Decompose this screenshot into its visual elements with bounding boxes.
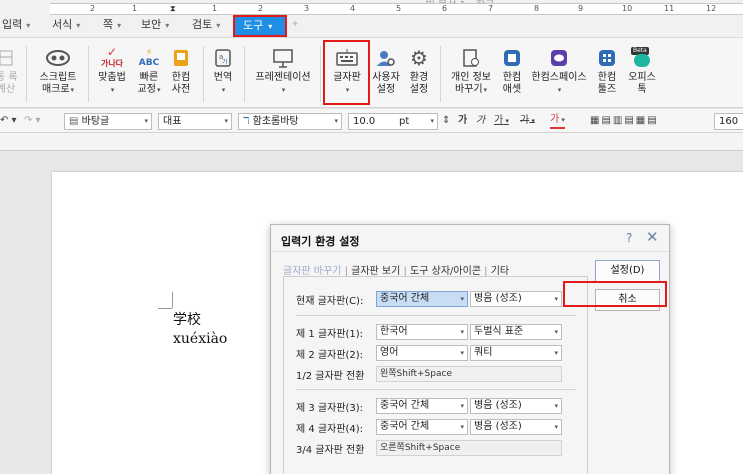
layout1-type-combo[interactable]: 두벌식 표준 ▾ bbox=[470, 324, 562, 340]
menu-item-tools[interactable]: 도구 ▾ bbox=[233, 15, 287, 37]
ribbon: 통 록 계산 스크립트 매크로▾ ✓ 가나다 맞춤법 ▾ ⚡ ABC 빠른 교정▾ … bbox=[0, 38, 743, 108]
hancom-asset-button[interactable]: 한컴 애셋 bbox=[497, 44, 527, 96]
size-spinner[interactable]: ⇕ bbox=[442, 113, 450, 129]
align-buttons[interactable]: ▦▤▥▤▦▤ bbox=[590, 113, 659, 129]
font-color-button[interactable]: 가 ▾ bbox=[550, 113, 565, 129]
input-settings-dialog: 입력기 환경 설정 ? ✕ 글자판 바꾸기 | 글자판 보기 | 도구 상자/아… bbox=[270, 224, 670, 474]
layout2-label: 제 2 글자판(2): bbox=[296, 350, 364, 361]
ribbon-partial-button[interactable]: 통 록 계산 bbox=[0, 44, 18, 96]
current-layout-label: 현재 글자판(C): bbox=[296, 296, 364, 307]
strike-button[interactable]: 가 ▾ bbox=[520, 113, 535, 129]
menu-bar: 입력 ▾ 서식 ▾ 쪽 ▾ 보안 ▾ 검토 ▾ bbox=[0, 14, 743, 38]
pin-icon[interactable]: ✦ bbox=[291, 19, 303, 31]
layout2-type-combo[interactable]: 쿼티 ▾ bbox=[470, 345, 562, 361]
tools-icon bbox=[592, 44, 622, 72]
document-lock-icon bbox=[446, 44, 496, 72]
personal-info-button[interactable]: 개인 정보 바꾸기▾ bbox=[446, 44, 496, 96]
gear-icon: ⚙ bbox=[410, 46, 428, 70]
layout4-label: 제 4 글자판(4): bbox=[296, 424, 364, 435]
dialog-title: 입력기 환경 설정 bbox=[281, 235, 360, 248]
menu-item-page[interactable]: 쪽 ▾ bbox=[103, 18, 121, 33]
layout3-type-combo[interactable]: 병음 (성조) ▾ bbox=[470, 398, 562, 414]
indent-marker[interactable]: ⧗ bbox=[170, 4, 176, 14]
switch12-hotkey-field[interactable]: 왼쪽Shift+Space bbox=[376, 366, 562, 382]
help-icon[interactable]: ? bbox=[626, 231, 632, 245]
font-combo[interactable]: ℸ 함초롬바탕 ▾ bbox=[238, 113, 342, 130]
asset-icon bbox=[497, 44, 527, 72]
switch34-label: 3/4 글자판 전환 bbox=[296, 445, 365, 456]
font-size-combo[interactable]: 10.0 pt ▾ bbox=[348, 113, 438, 130]
spellcheck-button[interactable]: ✓ 가나다 맞춤법 ▾ bbox=[94, 44, 130, 96]
translate-button[interactable]: a가 번역 ▾ bbox=[208, 44, 238, 96]
presentation-icon bbox=[250, 44, 316, 72]
menu-item-review[interactable]: 검토 ▾ bbox=[192, 18, 220, 33]
abc-icon: ⚡ ABC bbox=[138, 48, 160, 68]
script-macro-button[interactable]: 스크립트 매크로▾ bbox=[34, 44, 82, 96]
language-combo[interactable]: 대표 ▾ bbox=[158, 113, 232, 130]
svg-text:가: 가 bbox=[222, 58, 228, 66]
user-settings-icon bbox=[370, 44, 402, 72]
dialog-tabs: 글자판 바꾸기 | 글자판 보기 | 도구 상자/아이콘 | 기타 bbox=[283, 266, 510, 277]
menu-item-input[interactable]: 입력 ▾ bbox=[2, 18, 30, 33]
layout-panel: 현재 글자판(C): 중국어 간체 ▾ 병음 (성조) ▾ 제 1 글자판(1): … bbox=[283, 276, 588, 474]
switch34-hotkey-field[interactable]: 오른쪽Shift+Space bbox=[376, 440, 562, 456]
ruler bbox=[0, 133, 743, 151]
table-calc-icon bbox=[0, 44, 16, 72]
presentation-button[interactable]: 프레젠테이션 ▾ bbox=[250, 44, 316, 96]
space-icon bbox=[528, 44, 590, 72]
user-settings-button[interactable]: 사용자 설정 bbox=[370, 44, 402, 96]
style-combo[interactable]: ▤ 바탕글 ▾ bbox=[64, 113, 152, 130]
script-icon bbox=[34, 44, 82, 72]
keyboard-layout-highlight bbox=[323, 40, 370, 105]
dictionary-button[interactable]: 한컴 사전 bbox=[166, 44, 196, 96]
spellcheck-icon: ✓ 가나다 bbox=[100, 45, 124, 68]
menu-item-security[interactable]: 보안 ▾ bbox=[141, 18, 169, 33]
document-line-chinese[interactable]: 学校 bbox=[173, 309, 201, 329]
confirm-button[interactable]: 설정(D) bbox=[595, 260, 660, 282]
preferences-button[interactable]: ⚙ 환경 설정 bbox=[404, 44, 434, 96]
layout3-language-combo[interactable]: 중국어 간체 ▾ bbox=[376, 398, 468, 414]
layout4-language-combo[interactable]: 중국어 간체 ▾ bbox=[376, 419, 468, 435]
current-layout-combo[interactable]: 병음 (성조) ▾ bbox=[470, 291, 562, 307]
current-language-combo[interactable]: 중국어 간체 ▾ bbox=[376, 291, 468, 307]
undo-icon[interactable]: ↶ ▾ bbox=[0, 113, 17, 129]
underline-button[interactable]: 가 ▾ bbox=[494, 113, 509, 129]
margin-guide bbox=[158, 308, 172, 309]
translate-icon: a가 bbox=[208, 44, 238, 72]
document-line-pinyin[interactable]: xuéxiào bbox=[173, 331, 227, 347]
layout1-label: 제 1 글자판(1): bbox=[296, 329, 364, 340]
layout3-label: 제 3 글자판(3): bbox=[296, 403, 364, 414]
switch12-label: 1/2 글자판 전환 bbox=[296, 371, 365, 382]
dictionary-icon bbox=[166, 44, 196, 72]
layout4-type-combo[interactable]: 병음 (성조) ▾ bbox=[470, 419, 562, 435]
hancom-space-button[interactable]: 한컴스페이스 ▾ bbox=[528, 44, 590, 96]
margin-guide-vertical bbox=[172, 292, 173, 308]
layout1-language-combo[interactable]: 한국어 ▾ bbox=[376, 324, 468, 340]
ruler-scale[interactable]: 2 1 ⧗ 1 2 3 4 5 6 7 8 9 10 11 12 bbox=[50, 3, 743, 15]
format-toolbar: ↶ ▾ ↷ ▾ ▤ 바탕글 ▾ 대표 ▾ ℸ 함초롬바탕 ▾ 10.0 pt ▾ ⇕ 가 … bbox=[0, 109, 743, 133]
menu-item-format[interactable]: 서식 ▾ bbox=[52, 18, 80, 33]
layout2-language-combo[interactable]: 영어 ▾ bbox=[376, 345, 468, 361]
office-talk-button[interactable]: Beta 오피스 톡 bbox=[624, 44, 660, 96]
current-layout-highlight bbox=[563, 281, 667, 307]
hancom-tools-button[interactable]: 한컴 툴즈 bbox=[592, 44, 622, 96]
close-icon[interactable]: ✕ bbox=[646, 228, 659, 246]
bold-button[interactable]: 가 bbox=[458, 113, 467, 129]
zoom-combo[interactable]: 160 bbox=[714, 113, 743, 130]
office-talk-icon: Beta bbox=[624, 44, 660, 72]
quick-correct-button[interactable]: ⚡ ABC 빠른 교정▾ bbox=[133, 44, 165, 96]
redo-icon[interactable]: ↷ ▾ bbox=[24, 113, 41, 129]
italic-button[interactable]: 가 bbox=[476, 113, 485, 129]
